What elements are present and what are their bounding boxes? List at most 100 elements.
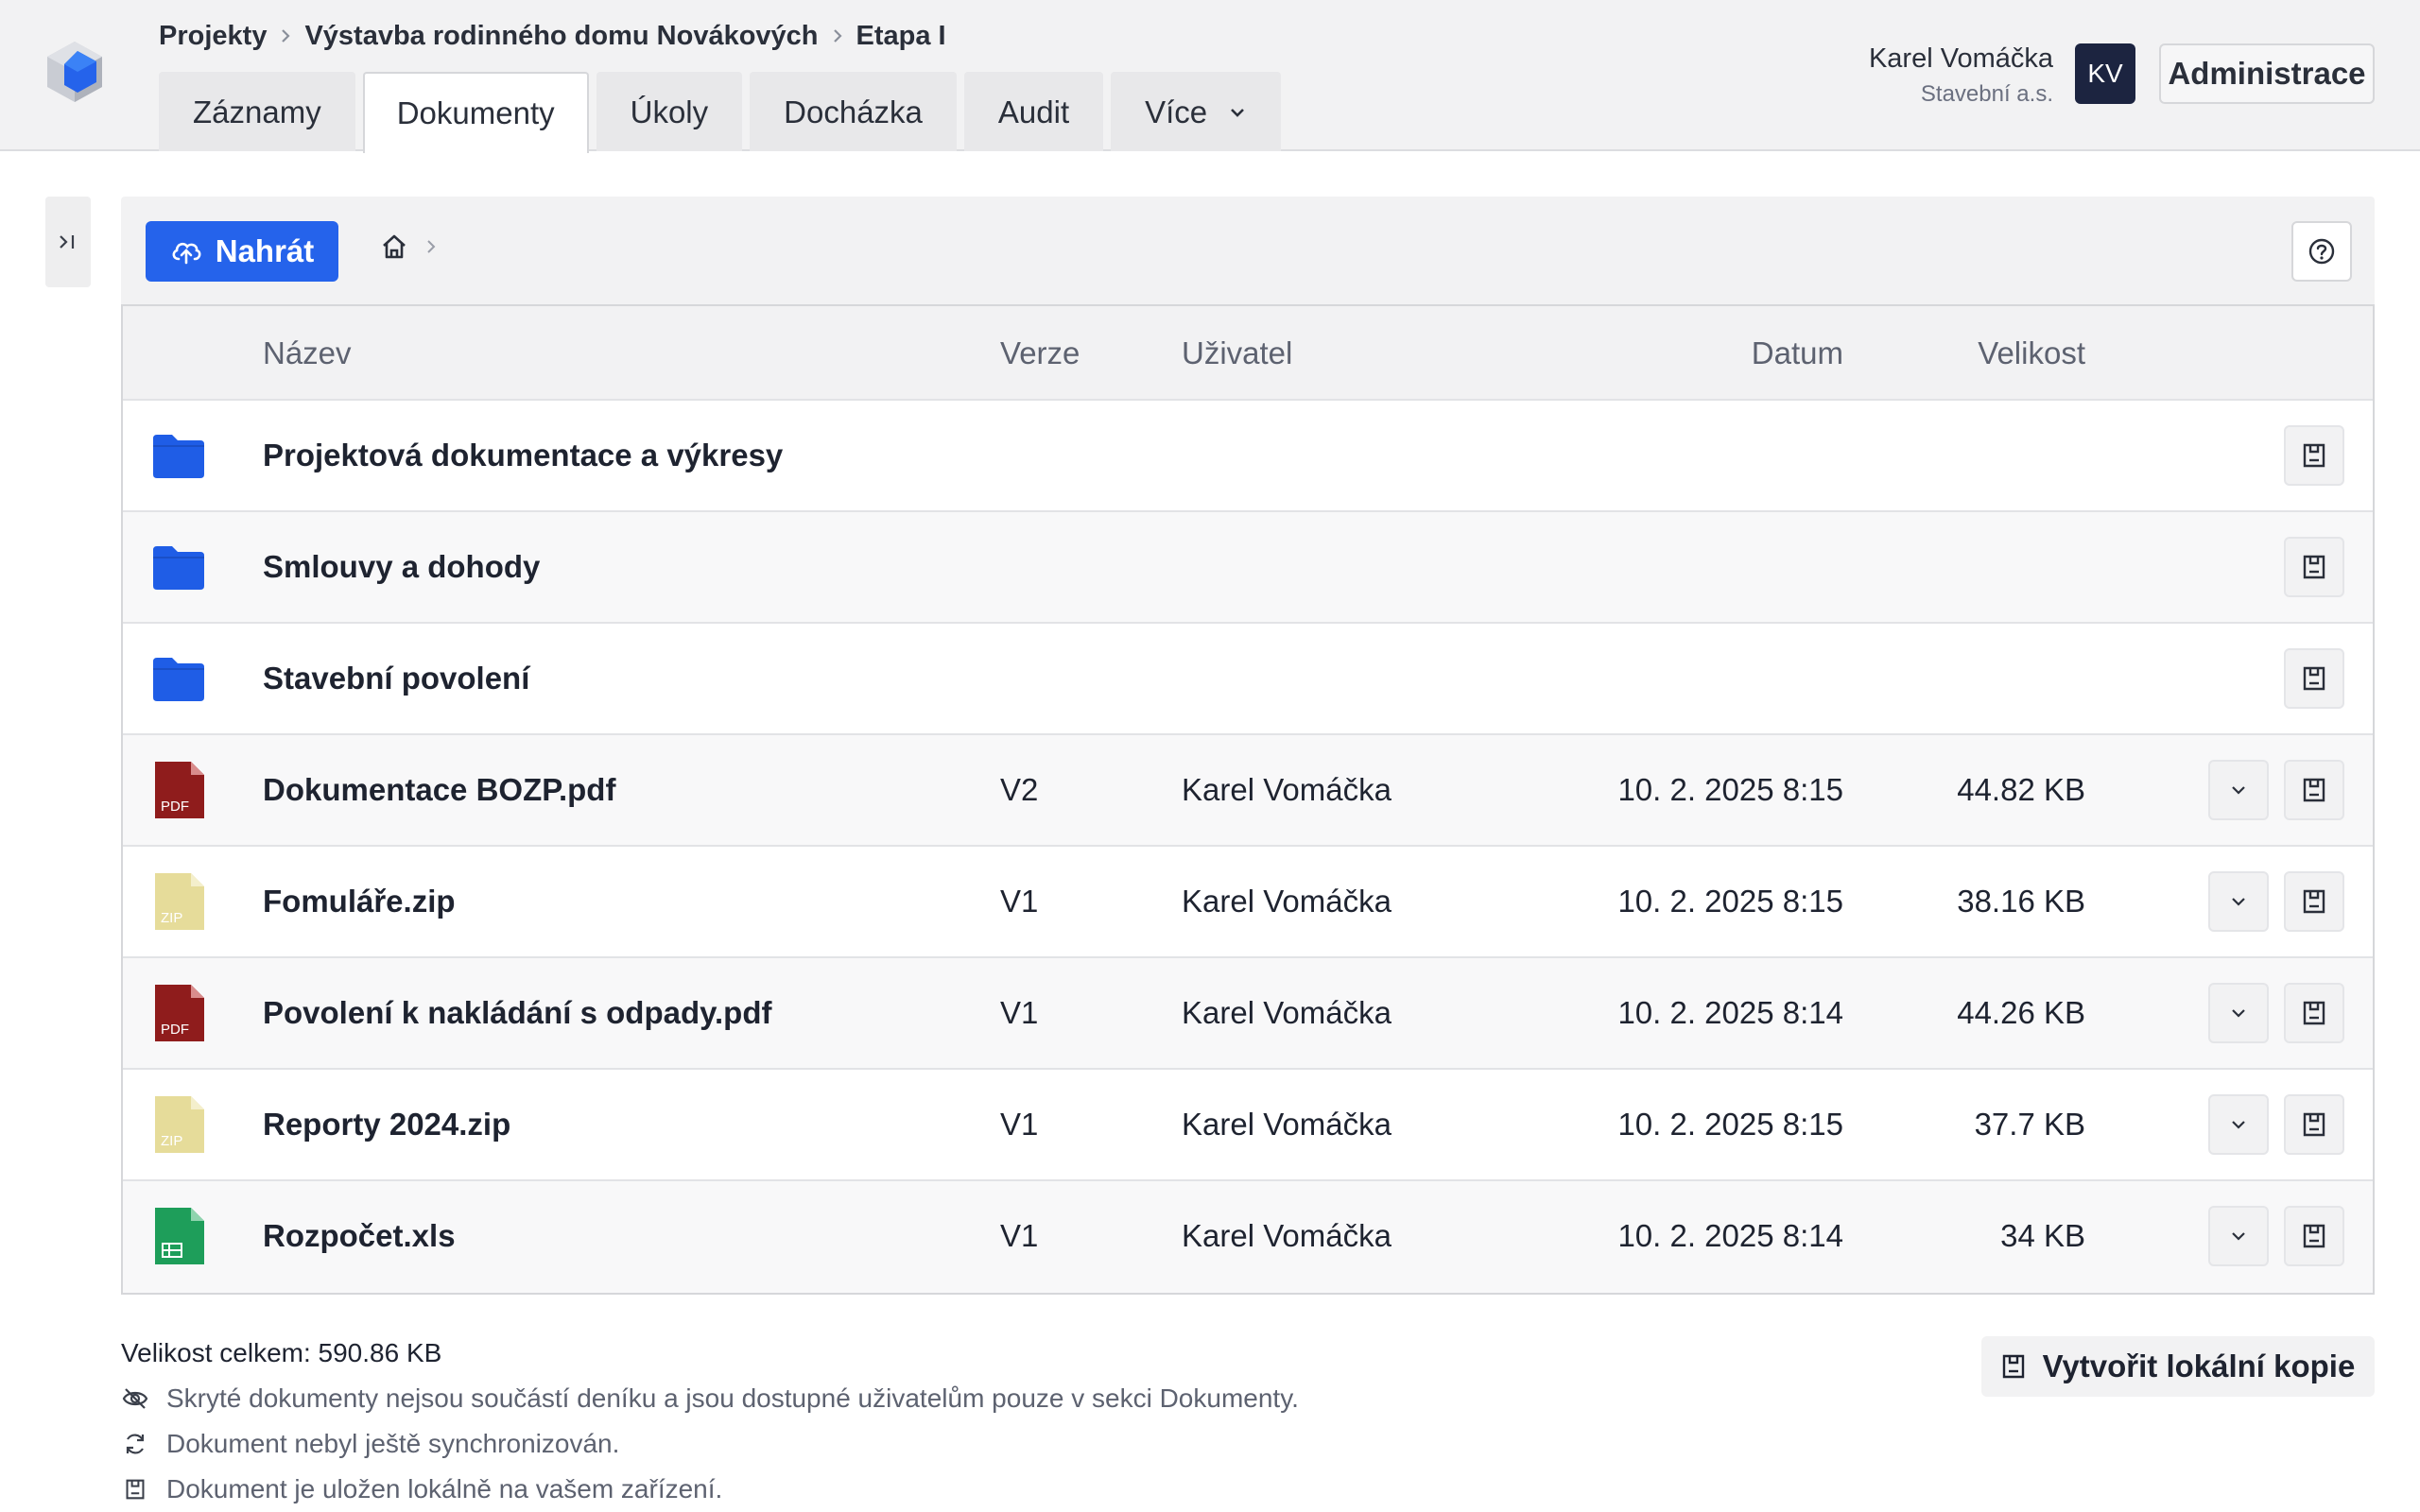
column-header-user[interactable]: Uživatel (1182, 306, 1292, 401)
tab-label: Dokumenty (396, 95, 555, 130)
sync-icon (121, 1430, 149, 1458)
chevron-down-icon (2232, 898, 2245, 906)
document-user: Karel Vomáčka (1182, 1107, 1392, 1142)
document-name[interactable]: Stavební povolení (263, 624, 529, 733)
table-row[interactable]: ZIP Fomuláře.zip V1 Karel Vomáčka 10. 2.… (123, 847, 2373, 958)
save-local-button[interactable] (2284, 760, 2344, 820)
document-name[interactable]: Rozpočet.xls (263, 1181, 456, 1291)
document-version: V1 (1000, 1218, 1039, 1253)
tab-label: Audit (997, 94, 1070, 129)
user-name: Karel Vomáčka (1868, 43, 2053, 74)
table-row[interactable]: PDF Povolení k nakládání s odpady.pdf V1… (123, 958, 2373, 1070)
table-row[interactable]: ZIP Reporty 2024.zip V1 Karel Vomáčka 10… (123, 1070, 2373, 1181)
save-local-button[interactable] (2284, 1206, 2344, 1266)
column-header-size[interactable]: Velikost (1978, 306, 2085, 401)
save-local-icon (2303, 1001, 2325, 1025)
save-local-button[interactable] (2284, 537, 2344, 597)
breadcrumb: Projekty Výstavba rodinného domu Novákov… (159, 19, 946, 53)
table-row[interactable]: Rozpočet.xls V1 Karel Vomáčka 10. 2. 202… (123, 1181, 2373, 1293)
expand-versions-button[interactable] (2208, 1206, 2269, 1266)
save-local-button[interactable] (2284, 648, 2344, 709)
column-header-name[interactable]: Název (263, 306, 352, 401)
save-local-button[interactable] (2284, 425, 2344, 486)
chevron-down-icon (2232, 1232, 2245, 1241)
expand-versions-button[interactable] (2208, 871, 2269, 932)
breadcrumb-item-projects[interactable]: Projekty (159, 21, 267, 52)
tab-more[interactable]: Více (1111, 72, 1282, 151)
file-type-label: PDF (161, 799, 189, 815)
chevron-down-icon (2232, 786, 2245, 795)
document-user: Karel Vomáčka (1182, 884, 1392, 919)
save-local-icon (2303, 778, 2325, 802)
chevron-right-icon (819, 22, 856, 50)
document-version: V1 (1000, 884, 1039, 919)
administration-button[interactable]: Administrace (2159, 43, 2375, 104)
upload-label: Nahrát (215, 233, 315, 268)
tab-audit[interactable]: Audit (963, 72, 1104, 151)
app-header: Projekty Výstavba rodinného domu Novákov… (0, 0, 2420, 153)
breadcrumb-item-stage[interactable]: Etapa I (856, 21, 946, 52)
chevron-down-icon (1228, 106, 1247, 119)
tab-tasks[interactable]: Úkoly (596, 72, 743, 151)
save-local-icon (2303, 666, 2325, 691)
legend-item-sync: Dokument nebyl ještě synchronizován. (121, 1429, 619, 1459)
expand-versions-button[interactable] (2208, 760, 2269, 820)
breadcrumb-item-project[interactable]: Výstavba rodinného domu Novákových (304, 21, 818, 52)
document-version: V1 (1000, 995, 1039, 1030)
expand-versions-button[interactable] (2208, 983, 2269, 1043)
home-icon[interactable] (380, 232, 408, 261)
table-header: Název Verze Uživatel Datum Velikost (123, 306, 2373, 401)
legend-text: Dokument je uložen lokálně na vašem zaří… (166, 1474, 723, 1503)
save-local-button[interactable] (2284, 983, 2344, 1043)
app-logo-icon[interactable] (43, 38, 106, 106)
zip-file-icon: ZIP (155, 873, 204, 930)
document-name[interactable]: Projektová dokumentace a výkresy (263, 401, 783, 510)
folder-icon (153, 658, 204, 701)
document-size: 37.7 KB (1974, 1107, 2085, 1142)
document-date: 10. 2. 2025 8:15 (1617, 884, 1843, 919)
avatar[interactable]: KV (2075, 43, 2135, 104)
document-date: 10. 2. 2025 8:14 (1617, 995, 1843, 1030)
document-name[interactable]: Reporty 2024.zip (263, 1070, 510, 1179)
table-row[interactable]: Smlouvy a dohody (123, 512, 2373, 624)
column-header-date[interactable]: Datum (1752, 306, 1843, 401)
save-local-button[interactable] (2284, 871, 2344, 932)
create-local-copy-label: Vytvořit lokální kopie (2042, 1349, 2356, 1383)
help-button[interactable] (2291, 221, 2352, 282)
pdf-file-icon: PDF (155, 985, 204, 1041)
expand-versions-button[interactable] (2208, 1094, 2269, 1155)
document-name[interactable]: Smlouvy a dohody (263, 512, 540, 622)
documents-table: Název Verze Uživatel Datum Velikost Proj… (121, 304, 2375, 1295)
chevron-right-icon (267, 22, 304, 50)
legend-text: Skryté dokumenty nejsou součástí deníku … (166, 1383, 1299, 1413)
create-local-copy-button[interactable]: Vytvořit lokální kopie (1981, 1336, 2375, 1397)
column-header-version[interactable]: Verze (1000, 306, 1080, 401)
save-local-icon (2303, 1224, 2325, 1248)
tab-label: Záznamy (193, 94, 321, 129)
upload-button[interactable]: Nahrát (146, 221, 338, 282)
user-info: Karel Vomáčka Stavební a.s. (1869, 42, 2053, 110)
document-user: Karel Vomáčka (1182, 772, 1392, 807)
table-row[interactable]: Stavební povolení (123, 624, 2373, 735)
zip-file-icon: ZIP (155, 1096, 204, 1153)
tab-label: Více (1145, 94, 1208, 129)
table-row[interactable]: PDF Dokumentace BOZP.pdf V2 Karel Vomáčk… (123, 735, 2373, 847)
save-local-button[interactable] (2284, 1094, 2344, 1155)
document-name[interactable]: Fomuláře.zip (263, 847, 456, 956)
tab-records[interactable]: Záznamy (159, 72, 355, 151)
sidebar-toggle-button[interactable] (45, 197, 91, 287)
legend-item-local: Dokument je uložen lokálně na vašem zaří… (121, 1474, 722, 1504)
spreadsheet-file-icon (155, 1208, 204, 1264)
tab-attendance[interactable]: Docházka (750, 72, 957, 151)
folder-icon (153, 435, 204, 478)
document-name[interactable]: Dokumentace BOZP.pdf (263, 735, 615, 845)
document-name[interactable]: Povolení k nakládání s odpady.pdf (263, 958, 772, 1068)
table-row[interactable]: Projektová dokumentace a výkresy (123, 401, 2373, 512)
document-version: V2 (1000, 772, 1039, 807)
document-size: 38.16 KB (1957, 884, 2085, 919)
chevron-down-icon (2232, 1121, 2245, 1129)
file-type-label: PDF (161, 1022, 189, 1038)
tab-documents[interactable]: Dokumenty (362, 72, 589, 153)
cloud-upload-icon (172, 242, 201, 265)
main-tabs: Záznamy Dokumenty Úkoly Docházka Audit V… (159, 72, 1282, 153)
